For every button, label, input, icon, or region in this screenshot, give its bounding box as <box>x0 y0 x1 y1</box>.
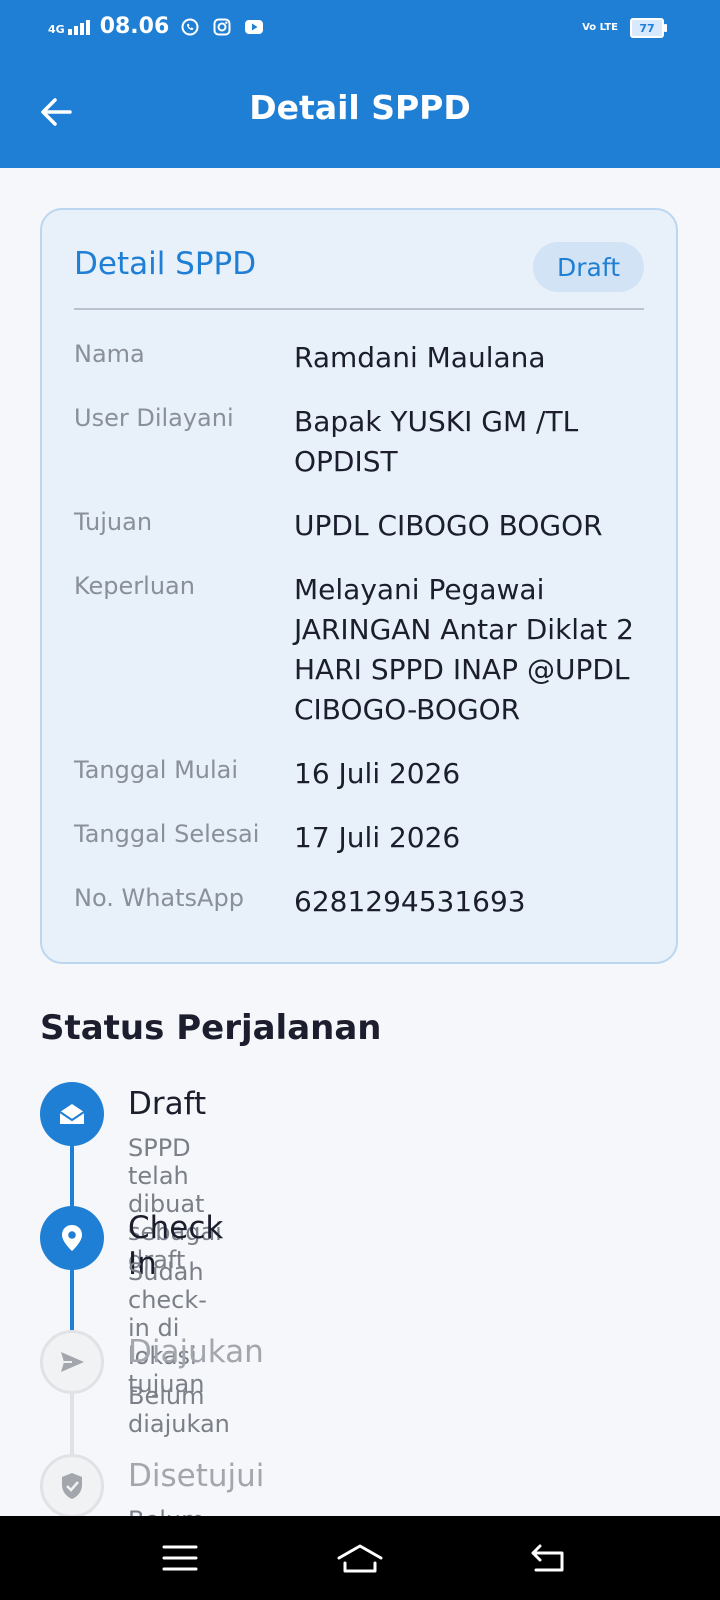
field-label: Nama <box>74 340 145 368</box>
step-desc: Belum diajukan <box>128 1382 230 1438</box>
system-nav-bar <box>0 1516 720 1600</box>
instagram-icon <box>211 16 233 38</box>
signal-indicator: 4G <box>48 19 90 35</box>
send-icon <box>40 1330 104 1394</box>
field-label: Tujuan <box>74 508 153 536</box>
home-icon <box>337 1544 383 1573</box>
field-value: Melayani Pegawai JARINGAN Antar Diklat 2… <box>294 573 634 726</box>
signal-bars-icon <box>67 19 90 35</box>
whatsapp-icon <box>179 16 201 38</box>
shield-check-icon <box>40 1454 104 1518</box>
step-desc: Sudah check-in di lokasi tujuan <box>128 1258 207 1398</box>
back-nav-button[interactable] <box>518 1536 578 1580</box>
clock: 08.06 <box>99 14 170 39</box>
network-type: 4G <box>48 22 65 36</box>
back-icon <box>531 1544 564 1572</box>
menu-icon <box>162 1545 198 1571</box>
page-title: Detail SPPD <box>249 88 471 127</box>
card-header: Detail SPPD Draft <box>74 242 644 310</box>
field-value: 6281294531693 <box>294 885 526 918</box>
field-value: Ramdani Maulana <box>294 341 546 374</box>
field-label: Keperluan <box>74 572 195 600</box>
status-badge: Draft <box>532 242 644 292</box>
envelope-open-icon <box>40 1082 104 1146</box>
app-bar: 4G 08.06 Vo LTE 77 Detail SPPD <box>0 0 720 168</box>
battery-icon: 77 <box>630 18 667 38</box>
location-pin-icon <box>40 1206 104 1270</box>
recent-apps-button[interactable] <box>150 1536 210 1580</box>
status-bar: 4G 08.06 Vo LTE 77 <box>0 0 720 56</box>
field-value: 17 Juli 2026 <box>294 821 461 854</box>
field-value: UPDL CIBOGO BOGOR <box>294 509 603 542</box>
field-value: 16 Juli 2026 <box>294 757 461 790</box>
field-label: No. WhatsApp <box>74 884 244 912</box>
section-title: Status Perjalanan <box>40 1008 382 1048</box>
youtube-icon <box>243 16 265 38</box>
detail-card: Detail SPPD Draft Nama Ramdani Maulana U… <box>40 208 678 964</box>
field-label: Tanggal Selesai <box>74 820 260 848</box>
step-title: Draft <box>128 1086 207 1122</box>
home-button[interactable] <box>330 1536 390 1580</box>
volte-indicator: Vo LTE <box>582 22 618 33</box>
field-label: User Dilayani <box>74 404 234 432</box>
card-title: Detail SPPD <box>74 246 257 282</box>
field-label: Tanggal Mulai <box>74 756 239 784</box>
field-value: Bapak YUSKI GM /TL OPDIST <box>294 405 579 478</box>
step-title: Diajukan <box>128 1334 264 1370</box>
step-title: Disetujui <box>128 1458 265 1494</box>
